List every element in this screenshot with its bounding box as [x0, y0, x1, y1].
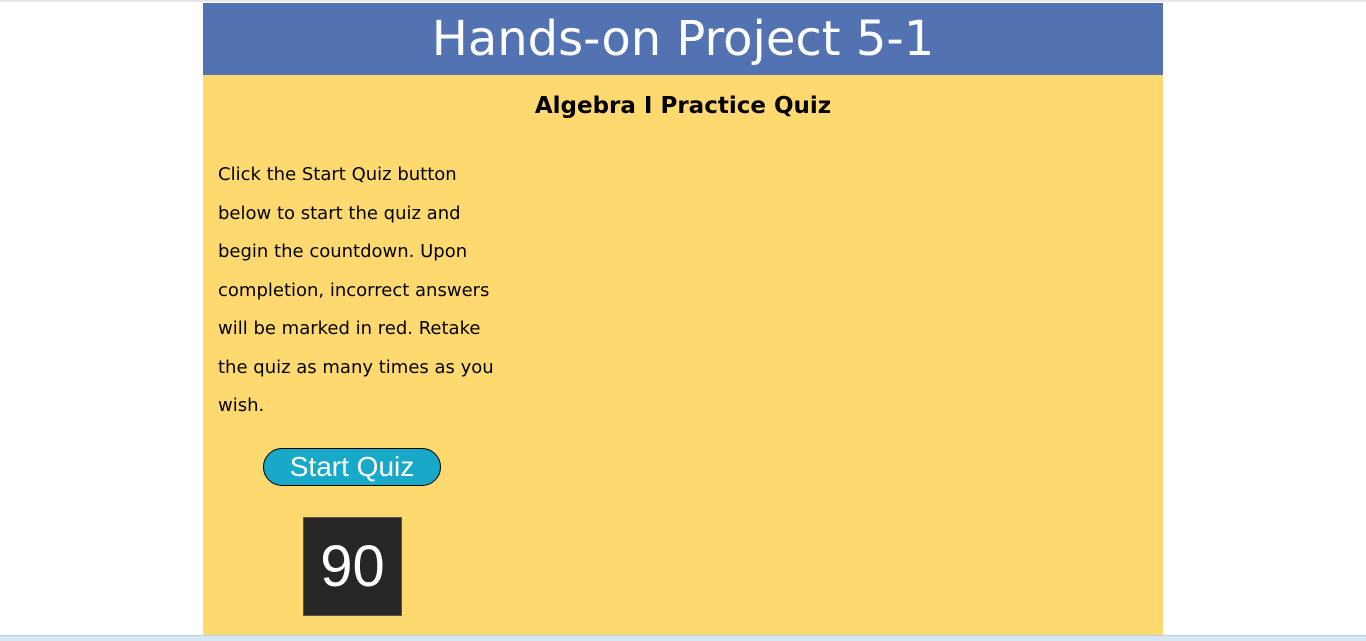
quiz-subtitle: Algebra I Practice Quiz	[534, 93, 832, 119]
browser-bottom-bar	[0, 635, 1366, 641]
quiz-page: Hands-on Project 5-1 Algebra I Practice …	[203, 3, 1163, 635]
quiz-instructions: Click the Start Quiz button below to sta…	[218, 164, 494, 416]
page-header: Hands-on Project 5-1	[203, 3, 1163, 75]
browser-top-border	[0, 0, 1366, 2]
page-title: Hands-on Project 5-1	[431, 11, 935, 67]
countdown-timer: 90	[303, 517, 402, 616]
start-quiz-button[interactable]: Start Quiz	[263, 448, 441, 486]
